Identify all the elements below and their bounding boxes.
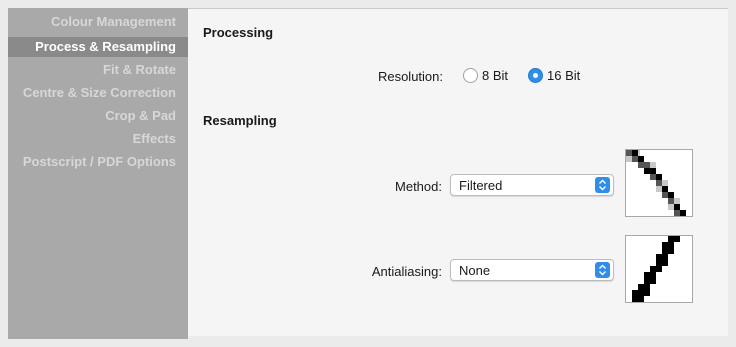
method-label: Method: [395,179,442,194]
sidebar-item-colour-management[interactable]: Colour Management [51,12,176,32]
radio-8-bit-label[interactable]: 8 Bit [482,68,508,83]
sidebar-item-process-resampling[interactable]: Process & Resampling [8,37,188,57]
sidebar-item-effects[interactable]: Effects [133,129,176,149]
select-stepper-icon [595,177,610,193]
sidebar-item-centre-size-correction[interactable]: Centre & Size Correction [23,83,176,103]
antialiasing-select-value: None [459,263,491,278]
resolution-label: Resolution: [377,69,443,84]
radio-8-bit[interactable] [463,68,478,83]
processing-section-title: Processing [203,25,274,40]
antialiasing-label: Antialiasing: [371,264,442,279]
resampling-section-title: Resampling [203,113,277,128]
select-stepper-icon [595,262,610,278]
sidebar: Colour Management Process & Resampling F… [8,8,188,339]
method-select[interactable]: Filtered [450,174,614,196]
method-preview-image [625,149,693,217]
antialiasing-preview-image [625,235,693,303]
sidebar-item-fit-rotate[interactable]: Fit & Rotate [103,60,176,80]
radio-16-bit-label[interactable]: 16 Bit [547,68,580,83]
radio-16-bit[interactable] [528,68,543,83]
settings-panel: Processing Resolution: 8 Bit 16 Bit Resa… [188,8,728,336]
antialiasing-select[interactable]: None [450,259,614,281]
sidebar-item-crop-pad[interactable]: Crop & Pad [105,106,176,126]
sidebar-item-postscript-pdf-options[interactable]: Postscript / PDF Options [23,152,176,172]
method-select-value: Filtered [459,178,503,193]
